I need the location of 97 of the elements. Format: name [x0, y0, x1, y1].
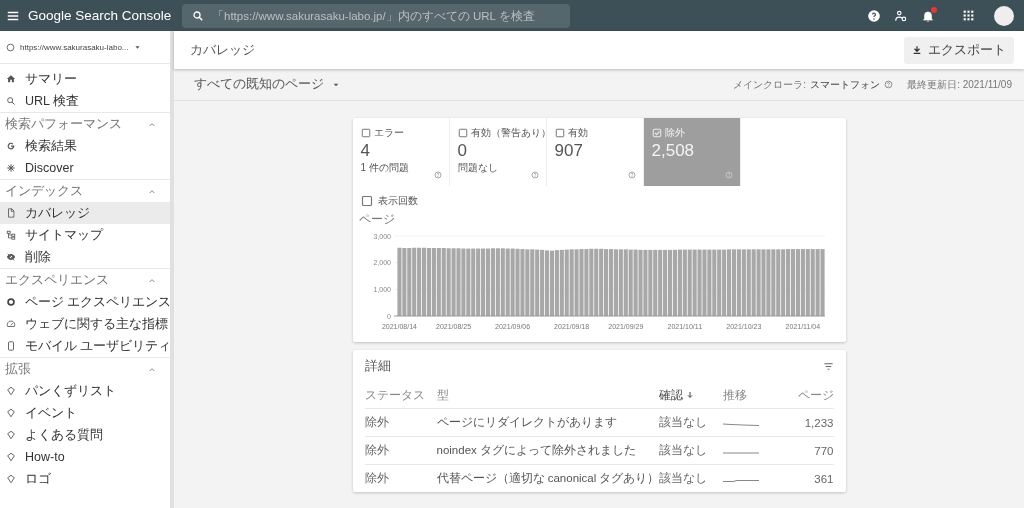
- help-icon: [884, 80, 894, 89]
- column-header[interactable]: 推移: [723, 388, 748, 401]
- page-title: カバレッジ: [190, 41, 255, 59]
- status-tile[interactable]: 有効（警告あり） 0 問題なし: [449, 118, 547, 186]
- status-tile[interactable]: エラー 4 1 件の問題: [352, 118, 450, 186]
- help-icon[interactable]: [867, 8, 881, 23]
- help-icon: [627, 171, 636, 179]
- gem-icon: [6, 474, 16, 484]
- table-cell: 770: [773, 436, 834, 465]
- card-title: 詳細: [364, 357, 391, 375]
- nav-item[interactable]: ウェブに関する主な指標: [0, 313, 170, 335]
- section-heading: エクスペリエンス: [5, 272, 109, 289]
- home-icon: [6, 74, 16, 84]
- sparkline-drawing: [723, 422, 760, 427]
- gauge-icon: [6, 319, 16, 329]
- g-letter-icon: [6, 141, 16, 151]
- eye-slash-icon: [6, 252, 16, 262]
- nav-item[interactable]: URL 検査: [0, 90, 170, 112]
- status-tile[interactable]: 有効 907: [546, 118, 644, 186]
- tile-value: 2,508: [651, 141, 696, 161]
- sparkline-drawing: [723, 450, 760, 455]
- tile-value: 4: [360, 141, 371, 161]
- checkbox[interactable]: [457, 128, 468, 138]
- sparkline-drawing: [723, 478, 760, 483]
- table-cell: 代替ページ（適切な canonical タグあり）: [436, 464, 660, 492]
- tile-label: エラー: [373, 126, 404, 140]
- table-cell: 該当なし: [659, 464, 724, 492]
- nav-item[interactable]: よくある質問: [0, 424, 170, 446]
- nav-item[interactable]: 検索結果: [0, 135, 170, 157]
- bell-icon[interactable]: [921, 8, 935, 23]
- table-cell: noindex タグによって除外されました: [436, 436, 660, 465]
- tile-label: 有効: [567, 126, 588, 140]
- tile-label: 除外: [664, 126, 685, 140]
- nav-item[interactable]: モバイル ユーザビリティ: [0, 335, 170, 357]
- nav-item[interactable]: Discover: [0, 157, 170, 179]
- nav-item[interactable]: How-to: [0, 446, 170, 468]
- property-selector[interactable]: https://www.sakurasaku-labo...: [0, 31, 170, 64]
- section-heading: 拡張: [5, 361, 31, 378]
- document-icon: [6, 208, 16, 218]
- people-icon[interactable]: [894, 8, 908, 23]
- search-icon: [192, 9, 204, 22]
- column-header[interactable]: 型: [436, 388, 449, 401]
- ring-icon: [6, 297, 16, 307]
- sitemap-icon: [6, 230, 16, 240]
- checkbox-label: 表示回数: [377, 194, 418, 208]
- tile-value: 907: [554, 141, 584, 161]
- crawler-value: スマートフォン: [810, 77, 881, 92]
- page-filter-dropdown[interactable]: すべての既知のページ: [194, 76, 340, 93]
- gem-icon: [6, 386, 16, 396]
- gem-icon: [6, 408, 16, 418]
- nav-item[interactable]: イベント: [0, 402, 170, 424]
- asterisk-icon: [6, 163, 16, 173]
- nav-item[interactable]: パンくずリスト: [0, 380, 170, 402]
- dropdown-caret-icon: [133, 43, 141, 51]
- table-cell: ページにリダイレクトがあります: [436, 408, 660, 437]
- tile-subtitle: 1 件の問題: [360, 161, 410, 175]
- filter-icon[interactable]: [822, 360, 834, 372]
- nav-item[interactable]: カバレッジ: [0, 202, 170, 224]
- nav-item[interactable]: ロゴ: [0, 468, 170, 490]
- column-header[interactable]: ページ: [797, 388, 834, 401]
- table-cell: 除外: [364, 464, 437, 492]
- column-header[interactable]: ステータス: [364, 388, 425, 401]
- checkbox[interactable]: [360, 195, 373, 207]
- export-button[interactable]: エクスポート: [904, 36, 1014, 64]
- checkbox[interactable]: [360, 128, 371, 138]
- table-cell: 除外: [364, 436, 437, 465]
- apps-grid-icon[interactable]: [962, 9, 975, 22]
- help-icon: [724, 171, 733, 179]
- tile-value: 0: [457, 141, 468, 161]
- phone-icon: [6, 341, 16, 351]
- gem-icon: [6, 430, 16, 440]
- nav-item[interactable]: サマリー: [0, 68, 170, 90]
- section-heading: インデックス: [5, 183, 83, 200]
- download-icon: [912, 45, 922, 55]
- nav-item[interactable]: サイトマップ: [0, 224, 170, 246]
- search-field[interactable]: 「https://www.sakurasaku-labo.jp/」内のすべての URL を検査: [182, 3, 570, 28]
- search-icon: [6, 96, 16, 106]
- crawler-label: メインクローラ:: [733, 77, 807, 92]
- avatar[interactable]: [994, 5, 1014, 26]
- column-header[interactable]: 確認: [659, 387, 695, 403]
- axis-title: ページ: [358, 212, 395, 226]
- sort-down-arrow-icon: [686, 391, 695, 399]
- gem-icon: [6, 452, 16, 462]
- checkbox[interactable]: [554, 128, 565, 138]
- globe-icon: [6, 42, 15, 52]
- table-cell: 1,233: [773, 408, 834, 437]
- nav-item[interactable]: ページ エクスペリエンス: [0, 291, 170, 313]
- section-heading: 検索パフォーマンス: [5, 116, 122, 133]
- nav-item[interactable]: 削除: [0, 246, 170, 268]
- help-icon: [530, 171, 539, 179]
- table-cell: 該当なし: [659, 408, 724, 437]
- table-cell: 除外: [364, 408, 437, 437]
- tile-subtitle: 問題なし: [457, 161, 499, 175]
- help-icon: [433, 171, 442, 179]
- table-cell: 361: [773, 464, 834, 492]
- last-updated: 最終更新日: 2021/11/09: [907, 77, 1012, 92]
- table-cell: 該当なし: [659, 436, 724, 465]
